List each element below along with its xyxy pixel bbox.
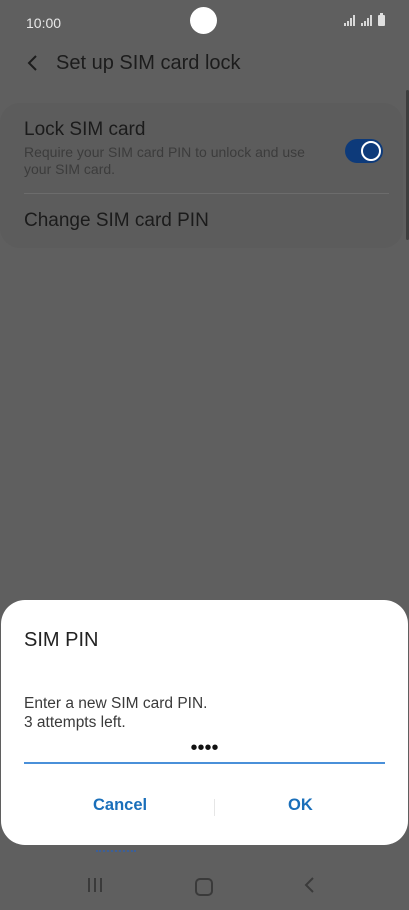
sim-pin-dialog: SIM PIN Enter a new SIM card PIN. 3 atte… bbox=[1, 600, 408, 845]
recents-icon[interactable] bbox=[88, 878, 102, 892]
chevron-left-icon bbox=[27, 55, 37, 71]
lock-sim-subtitle: Require your SIM card PIN to unlock and … bbox=[24, 144, 305, 177]
home-icon[interactable] bbox=[195, 878, 213, 896]
dialog-message-line1: Enter a new SIM card PIN. bbox=[24, 695, 208, 712]
divider bbox=[24, 193, 389, 194]
page-title: Set up SIM card lock bbox=[56, 52, 241, 74]
button-divider bbox=[214, 799, 215, 816]
signal-icon-2 bbox=[361, 15, 372, 26]
dialog-message: Enter a new SIM card PIN. 3 attempts lef… bbox=[24, 694, 208, 732]
back-button[interactable] bbox=[20, 50, 46, 76]
chevron-left-icon bbox=[304, 877, 314, 893]
keyboard-peek-indicator bbox=[96, 850, 136, 854]
cancel-button[interactable]: Cancel bbox=[93, 796, 147, 815]
lock-sim-toggle[interactable] bbox=[345, 139, 383, 163]
toggle-knob bbox=[361, 141, 381, 161]
app-header: Set up SIM card lock bbox=[0, 44, 409, 84]
dialog-title: SIM PIN bbox=[24, 629, 99, 651]
signal-icon bbox=[344, 15, 355, 26]
lock-sim-title: Lock SIM card bbox=[24, 119, 146, 140]
settings-card: Lock SIM card Require your SIM card PIN … bbox=[0, 103, 403, 248]
battery-icon bbox=[378, 13, 385, 26]
status-time: 10:00 bbox=[26, 15, 62, 31]
status-icons bbox=[344, 13, 385, 26]
nav-back-icon[interactable] bbox=[302, 876, 318, 899]
ok-button[interactable]: OK bbox=[288, 796, 313, 815]
change-sim-pin-item[interactable]: Change SIM card PIN bbox=[24, 210, 209, 232]
navigation-bar bbox=[0, 860, 409, 910]
status-bar: 10:00 bbox=[0, 0, 409, 44]
pin-input[interactable] bbox=[24, 734, 385, 764]
lock-sim-setting[interactable]: Lock SIM card Require your SIM card PIN … bbox=[24, 119, 324, 178]
dialog-message-line2: 3 attempts left. bbox=[24, 714, 126, 731]
front-camera-cutout bbox=[190, 7, 217, 34]
